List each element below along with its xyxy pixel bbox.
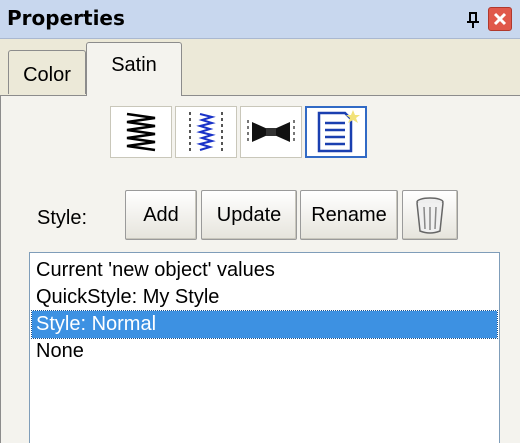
trash-icon xyxy=(416,197,444,234)
update-style-button[interactable]: Update xyxy=(201,190,297,240)
bowtie-satin-icon xyxy=(247,120,295,144)
wavy-satin-button[interactable] xyxy=(175,106,237,158)
style-list[interactable]: Current 'new object' values QuickStyle: … xyxy=(29,252,500,443)
panel-title: Properties xyxy=(7,6,125,30)
add-style-button[interactable]: Add xyxy=(125,190,197,240)
tab-color[interactable]: Color xyxy=(8,50,86,94)
document-properties-icon xyxy=(317,110,360,153)
wavy-satin-icon xyxy=(189,112,223,152)
pin-icon[interactable] xyxy=(462,9,484,31)
zigzag-satin-icon xyxy=(126,112,156,152)
satin-properties-button[interactable] xyxy=(305,106,367,158)
rename-style-button[interactable]: Rename xyxy=(300,190,398,240)
tab-satin[interactable]: Satin xyxy=(86,42,182,96)
list-item[interactable]: None xyxy=(32,338,497,365)
close-icon xyxy=(493,12,507,26)
delete-style-button[interactable] xyxy=(402,190,458,240)
list-item-selected[interactable]: Style: Normal xyxy=(31,310,498,339)
satin-mode-toolbar xyxy=(110,106,370,162)
list-item[interactable]: QuickStyle: My Style xyxy=(32,284,497,311)
panel-titlebar: Properties xyxy=(0,0,520,39)
style-label: Style: xyxy=(37,207,88,229)
list-item[interactable]: Current 'new object' values xyxy=(32,257,497,284)
tab-strip: Color Satin xyxy=(0,38,520,96)
bowtie-satin-button[interactable] xyxy=(240,106,302,158)
zigzag-satin-button[interactable] xyxy=(110,106,172,158)
close-button[interactable] xyxy=(488,7,512,31)
